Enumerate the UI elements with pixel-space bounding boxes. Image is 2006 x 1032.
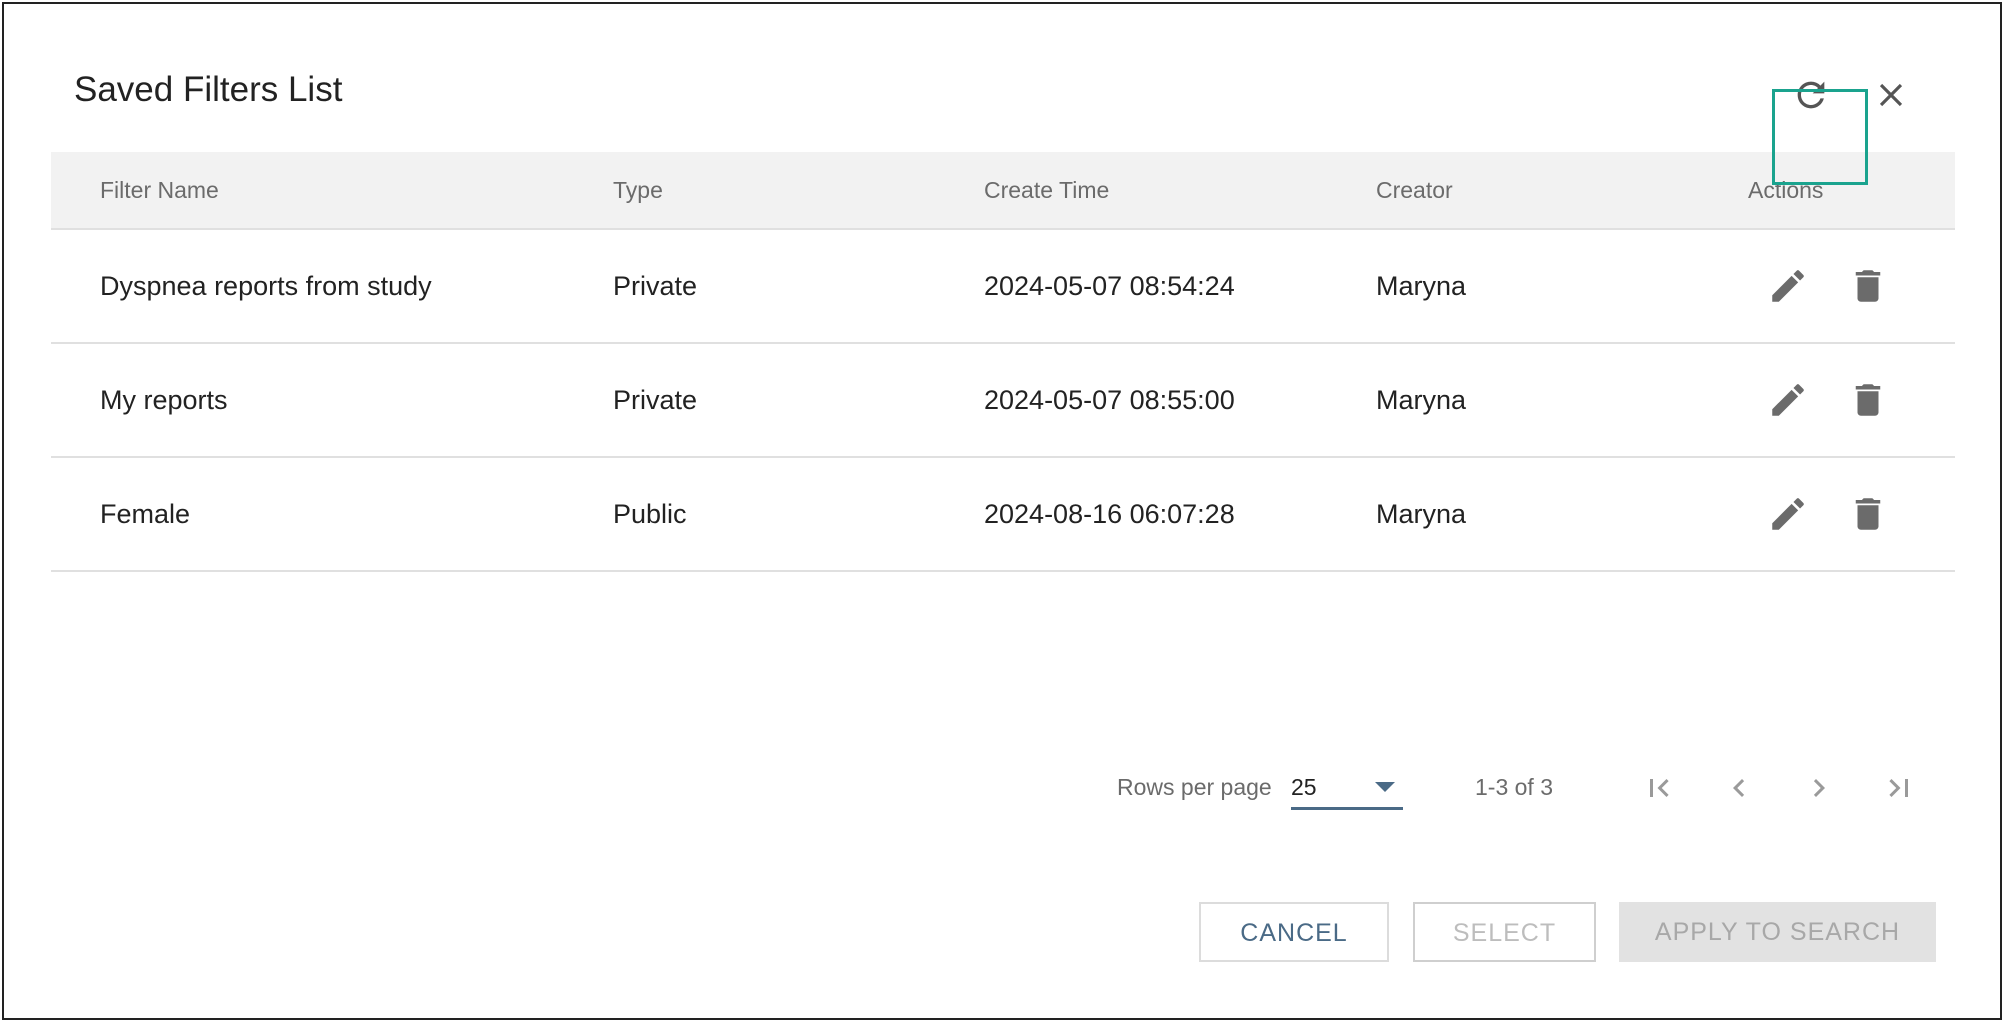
table-row[interactable]: My reports Private 2024-05-07 08:55:00 M… xyxy=(51,344,1955,458)
dialog-title: Saved Filters List xyxy=(74,70,343,109)
caret-down-icon xyxy=(1375,782,1395,792)
header-actions: Actions xyxy=(1748,177,1824,203)
cell-creator: Maryna xyxy=(1376,271,1467,301)
pagination-range: 1-3 of 3 xyxy=(1475,774,1553,800)
saved-filters-dialog: Saved Filters List Filter Name Type Crea… xyxy=(2,2,2002,1020)
edit-icon[interactable] xyxy=(1760,486,1816,542)
edit-icon[interactable] xyxy=(1760,258,1816,314)
cell-type: Public xyxy=(613,499,687,529)
rows-per-page-label: Rows per page xyxy=(1117,774,1272,800)
delete-icon[interactable] xyxy=(1840,486,1896,542)
cell-create-time: 2024-05-07 08:55:00 xyxy=(984,385,1235,415)
cell-create-time: 2024-08-16 06:07:28 xyxy=(984,499,1235,529)
delete-icon[interactable] xyxy=(1840,258,1896,314)
refresh-icon[interactable] xyxy=(1786,70,1836,120)
next-page-icon[interactable] xyxy=(1795,764,1843,812)
header-type[interactable]: Type xyxy=(613,152,663,228)
header-filter-name[interactable]: Filter Name xyxy=(100,152,219,228)
header-create-time[interactable]: Create Time xyxy=(984,152,1109,228)
cell-type: Private xyxy=(613,271,698,301)
cell-filter-name: My reports xyxy=(100,385,228,415)
table-row[interactable]: Female Public 2024-08-16 06:07:28 Maryna xyxy=(51,458,1955,572)
cell-creator: Maryna xyxy=(1376,499,1467,529)
cell-creator: Maryna xyxy=(1376,385,1467,415)
cancel-button[interactable]: CANCEL xyxy=(1199,902,1389,962)
filters-table: Filter Name Type Create Time Creator Act… xyxy=(51,152,1955,572)
cell-filter-name: Female xyxy=(100,499,191,529)
cell-filter-name: Dyspnea reports from study xyxy=(100,271,432,301)
prev-page-icon[interactable] xyxy=(1715,764,1763,812)
delete-icon[interactable] xyxy=(1840,372,1896,428)
rows-per-page-value: 25 xyxy=(1291,774,1317,800)
apply-to-search-button[interactable]: APPLY TO SEARCH xyxy=(1619,902,1936,962)
last-page-icon[interactable] xyxy=(1875,764,1923,812)
first-page-icon[interactable] xyxy=(1635,764,1683,812)
header-creator[interactable]: Creator xyxy=(1376,152,1453,228)
close-icon[interactable] xyxy=(1866,70,1916,120)
cell-type: Private xyxy=(613,385,698,415)
table-row[interactable]: Dyspnea reports from study Private 2024-… xyxy=(51,230,1955,344)
edit-icon[interactable] xyxy=(1760,372,1816,428)
table-header: Filter Name Type Create Time Creator Act… xyxy=(51,152,1955,230)
select-button[interactable]: SELECT xyxy=(1413,902,1596,962)
rows-per-page-select[interactable]: 25 xyxy=(1291,762,1403,810)
cell-create-time: 2024-05-07 08:54:24 xyxy=(984,271,1235,301)
